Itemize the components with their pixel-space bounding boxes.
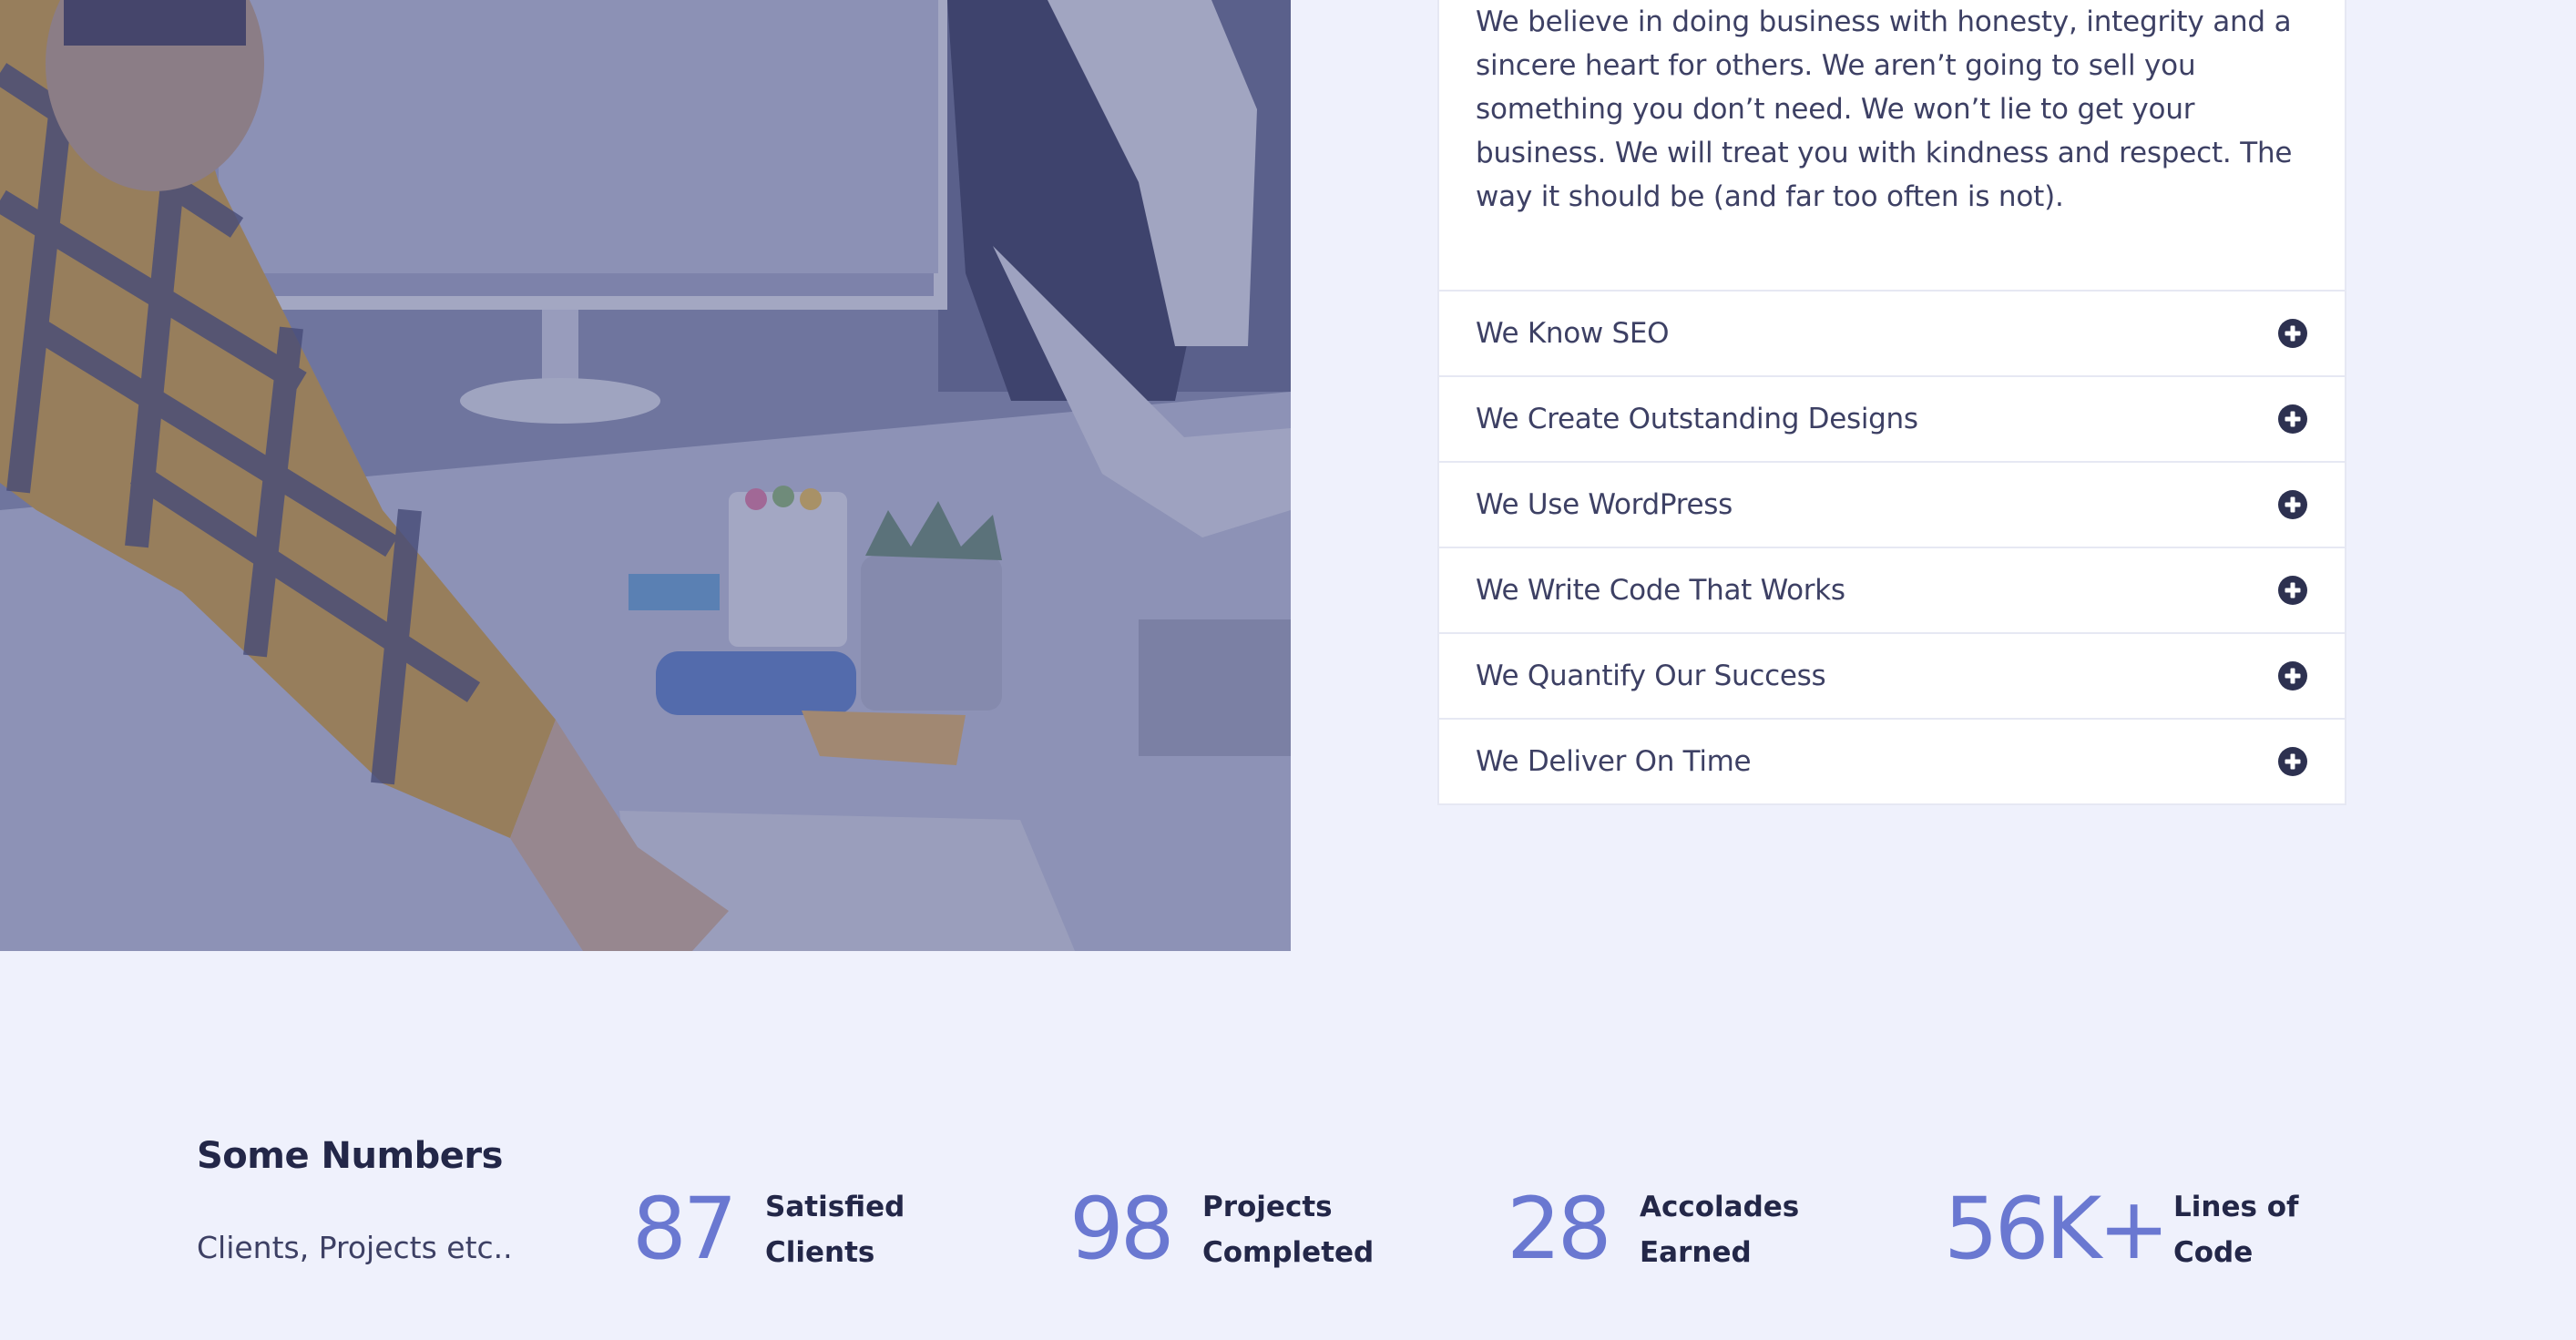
stat-label-line: Code — [2173, 1236, 2254, 1269]
accordion-item-label: We Quantify Our Success — [1476, 660, 1826, 692]
plus-circle-icon[interactable] — [2277, 404, 2308, 435]
accordion-item-seo[interactable]: We Know SEO — [1439, 292, 2345, 377]
stat-satisfied-clients: 87 Satisfied Clients — [632, 1175, 942, 1284]
stat-label: Lines of Code — [2173, 1184, 2299, 1275]
accordion-item-success[interactable]: We Quantify Our Success — [1439, 634, 2345, 720]
plus-circle-icon[interactable] — [2277, 660, 2308, 691]
numbers-subheading: Clients, Projects etc.. — [197, 1230, 513, 1265]
stat-label-line: Lines of — [2173, 1191, 2299, 1223]
stat-projects-completed: 98 Projects Completed — [1069, 1175, 1379, 1284]
accordion-item-on-time[interactable]: We Deliver On Time — [1439, 720, 2345, 805]
stat-lines-of-code: 56K+ Lines of Code — [1944, 1175, 2308, 1284]
stat-label-line: Projects — [1202, 1191, 1333, 1223]
values-panel: We believe in doing business with honest… — [1437, 0, 2346, 805]
stat-label-line: Earned — [1640, 1236, 1752, 1269]
stat-value: 28 — [1507, 1180, 1612, 1279]
stat-label: Satisfied Clients — [765, 1184, 905, 1275]
plus-circle-icon[interactable] — [2277, 575, 2308, 606]
stat-label-line: Accolades — [1640, 1191, 1800, 1223]
stat-value: 98 — [1069, 1180, 1175, 1279]
values-accordion: We Know SEO We Create Outstanding Design… — [1439, 290, 2345, 805]
accordion-item-designs[interactable]: We Create Outstanding Designs — [1439, 377, 2345, 463]
stat-value: 56K+ — [1944, 1180, 2170, 1279]
accordion-item-wordpress[interactable]: We Use WordPress — [1439, 463, 2345, 548]
plus-circle-icon[interactable] — [2277, 489, 2308, 520]
stat-label: Accolades Earned — [1640, 1184, 1799, 1275]
team-meeting-photo — [0, 0, 1291, 951]
stat-label: Projects Completed — [1202, 1184, 1374, 1275]
plus-circle-icon[interactable] — [2277, 318, 2308, 349]
accordion-item-label: We Know SEO — [1476, 317, 1670, 350]
accordion-item-label: We Create Outstanding Designs — [1476, 403, 1918, 435]
page: We believe in doing business with honest… — [0, 0, 2576, 1340]
stat-label-line: Completed — [1202, 1236, 1375, 1269]
numbers-heading: Some Numbers — [197, 1135, 503, 1177]
plus-circle-icon[interactable] — [2277, 746, 2308, 777]
stat-value: 87 — [632, 1180, 738, 1279]
about-paragraph: We believe in doing business with honest… — [1476, 5, 2293, 213]
accordion-item-code[interactable]: We Write Code That Works — [1439, 548, 2345, 634]
accordion-item-label: We Deliver On Time — [1476, 745, 1752, 778]
stat-label-line: Satisfied — [765, 1191, 905, 1223]
stat-label-line: Clients — [765, 1236, 875, 1269]
stat-accolades-earned: 28 Accolades Earned — [1507, 1175, 1816, 1284]
accordion-item-label: We Use WordPress — [1476, 488, 1733, 521]
accordion-item-label: We Write Code That Works — [1476, 574, 1845, 607]
